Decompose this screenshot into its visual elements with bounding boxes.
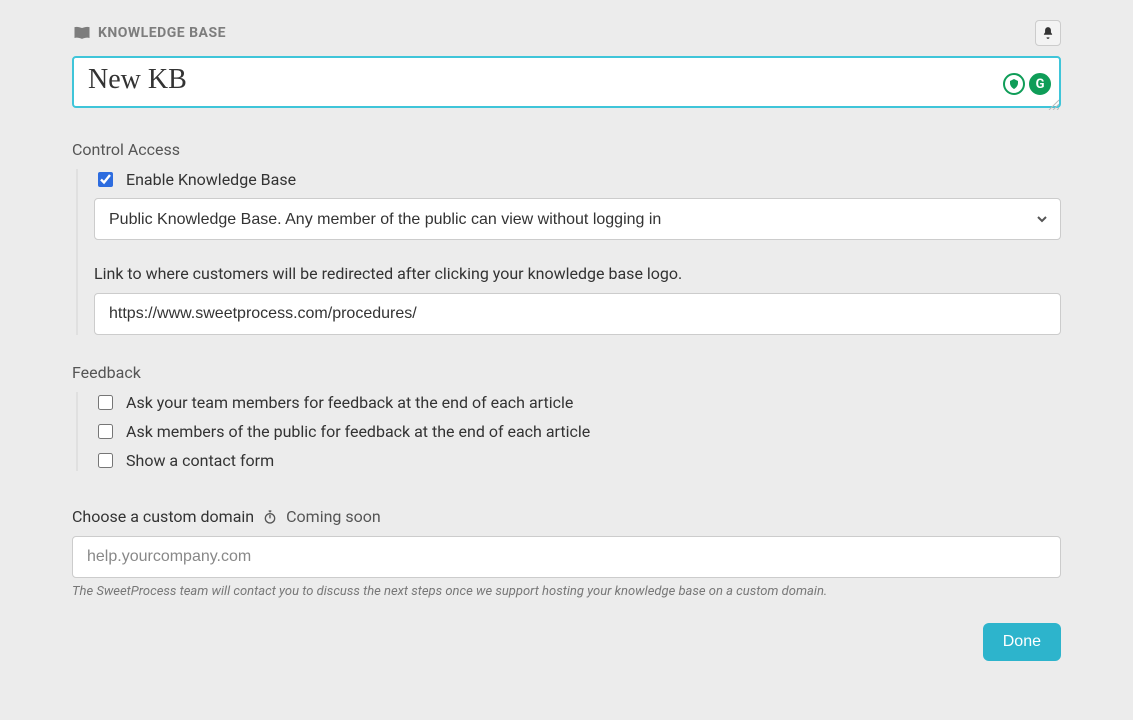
feedback-team-row[interactable]: Ask your team members for feedback at th…	[94, 392, 1061, 413]
feedback-public-checkbox[interactable]	[98, 424, 113, 439]
feedback-contact-checkbox[interactable]	[98, 453, 113, 468]
control-access-body: Enable Knowledge Base Public Knowledge B…	[76, 169, 1061, 335]
feedback-title: Feedback	[72, 363, 1061, 382]
feedback-team-label: Ask your team members for feedback at th…	[126, 393, 573, 412]
custom-domain-label: Choose a custom domain	[72, 507, 254, 526]
feedback-contact-label: Show a contact form	[126, 451, 274, 470]
enable-kb-label: Enable Knowledge Base	[126, 170, 296, 189]
header-left: KNOWLEDGE BASE	[72, 23, 226, 43]
feedback-contact-row[interactable]: Show a contact form	[94, 450, 1061, 471]
redirect-label: Link to where customers will be redirect…	[94, 264, 1061, 283]
feedback-public-label: Ask members of the public for feedback a…	[126, 422, 590, 441]
title-input-wrap: G	[72, 56, 1061, 112]
done-button[interactable]: Done	[983, 623, 1061, 661]
page-container: KNOWLEDGE BASE G Control Access Enable K…	[0, 0, 1133, 720]
page-title: KNOWLEDGE BASE	[98, 25, 226, 41]
enable-kb-row[interactable]: Enable Knowledge Base	[94, 169, 1061, 190]
feedback-team-checkbox[interactable]	[98, 395, 113, 410]
control-access-title: Control Access	[72, 140, 1061, 159]
coming-soon-label: Coming soon	[286, 507, 381, 526]
kb-title-input[interactable]	[72, 56, 1061, 108]
feedback-section: Feedback Ask your team members for feedb…	[72, 363, 1061, 471]
grammarly-g-icon: G	[1029, 73, 1051, 95]
grammarly-widget[interactable]: G	[1003, 73, 1051, 95]
book-open-icon	[72, 23, 92, 43]
control-access-section: Control Access Enable Knowledge Base Pub…	[72, 140, 1061, 335]
visibility-select[interactable]: Public Knowledge Base. Any member of the…	[94, 198, 1061, 240]
custom-domain-heading: Choose a custom domain Coming soon	[72, 507, 1061, 526]
bell-icon	[1041, 26, 1055, 40]
enable-kb-checkbox[interactable]	[98, 172, 113, 187]
grammarly-shield-icon	[1003, 73, 1025, 95]
footer: Done	[72, 623, 1061, 661]
custom-domain-input[interactable]	[72, 536, 1061, 578]
notifications-button[interactable]	[1035, 20, 1061, 46]
stopwatch-icon	[262, 509, 278, 525]
feedback-body: Ask your team members for feedback at th…	[76, 392, 1061, 471]
header: KNOWLEDGE BASE	[72, 20, 1061, 46]
custom-domain-note: The SweetProcess team will contact you t…	[72, 584, 1061, 599]
feedback-public-row[interactable]: Ask members of the public for feedback a…	[94, 421, 1061, 442]
redirect-url-input[interactable]	[94, 293, 1061, 335]
